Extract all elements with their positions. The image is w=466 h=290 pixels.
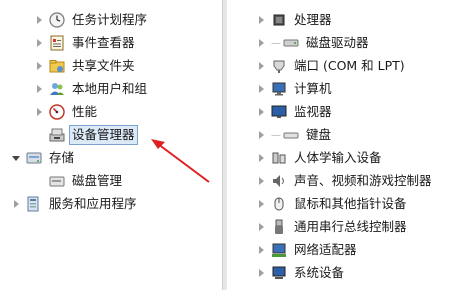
device-category-label: 键盘 (306, 127, 332, 142)
tree-item-local-users-groups[interactable]: 本地用户和组 (34, 78, 149, 100)
tree-item-label: 本地用户和组 (72, 81, 148, 96)
tree-item-disk-management[interactable]: 磁盘管理 (49, 170, 124, 192)
device-category-label: 鼠标和其他指针设备 (294, 196, 407, 211)
device-category-label: 通用串行总线控制器 (294, 219, 407, 234)
device-category-label: 处理器 (294, 12, 332, 27)
performance-icon (49, 104, 65, 120)
device-category-sound-video-game[interactable]: 声音、视频和游戏控制器 (256, 170, 434, 192)
device-category-label: 系统设备 (294, 265, 345, 280)
speaker-icon (271, 173, 287, 189)
disk-drive-icon (283, 35, 299, 51)
expand-arrow-icon[interactable] (256, 199, 266, 209)
tree-item-label: 事件查看器 (72, 35, 135, 50)
expand-arrow-icon[interactable] (34, 61, 44, 71)
tree-item-event-viewer[interactable]: 事件查看器 (34, 32, 137, 54)
device-category-label: 监视器 (294, 104, 332, 119)
clock-icon (49, 12, 65, 28)
expand-arrow-icon[interactable] (256, 84, 266, 94)
device-category-keyboard[interactable]: — 键盘 (256, 124, 333, 146)
expand-arrow-icon[interactable] (256, 130, 266, 140)
expand-arrow-icon[interactable] (34, 107, 44, 117)
device-category-network-adapter[interactable]: 网络适配器 (256, 239, 359, 261)
tree-item-shared-folders[interactable]: 共享文件夹 (34, 55, 137, 77)
device-category-computer[interactable]: 计算机 (256, 78, 334, 100)
device-category-usb[interactable]: 通用串行总线控制器 (256, 216, 409, 238)
expand-arrow-icon[interactable] (256, 38, 266, 48)
device-category-label: 端口 (COM 和 LPT) (294, 58, 405, 73)
port-icon (271, 58, 287, 74)
expand-arrow-icon[interactable] (256, 153, 266, 163)
event-viewer-icon (49, 35, 65, 51)
collapse-arrow-icon[interactable] (11, 153, 21, 163)
device-manager-icon (49, 127, 65, 143)
tree-item-services-applications[interactable]: 服务和应用程序 (11, 193, 139, 215)
expand-arrow-icon[interactable] (256, 268, 266, 278)
tree-item-storage[interactable]: 存储 (11, 147, 76, 169)
tree-item-label: 服务和应用程序 (49, 196, 137, 211)
tree-item-label: 存储 (49, 150, 75, 165)
device-category-label: 磁盘驱动器 (306, 35, 369, 50)
device-category-disk-drive[interactable]: — 磁盘驱动器 (256, 32, 371, 54)
expand-arrow-icon[interactable] (256, 107, 266, 117)
expand-arrow-icon[interactable] (34, 38, 44, 48)
expand-arrow-icon[interactable] (256, 176, 266, 186)
tree-item-task-scheduler[interactable]: 任务计划程序 (34, 9, 149, 31)
shared-folder-icon (49, 58, 65, 74)
network-adapter-icon (271, 242, 287, 258)
left-navigation-pane: 任务计划程序 事件查看器 共享文件夹 本地用户和组 性能 设备管理器 存储 磁盘… (0, 0, 222, 290)
tree-item-label: 任务计划程序 (72, 12, 148, 27)
device-list-pane: 处理器 — 磁盘驱动器 端口 (COM 和 LPT) 计算机 监视器 — 键盘 … (226, 0, 466, 290)
disk-management-icon (49, 173, 65, 189)
device-category-system-devices[interactable]: 系统设备 (256, 262, 346, 284)
storage-icon (26, 150, 42, 166)
tree-item-label: 共享文件夹 (72, 58, 135, 73)
expand-arrow-icon[interactable] (256, 15, 266, 25)
device-category-label: 人体学输入设备 (294, 150, 382, 165)
mouse-icon (271, 196, 287, 212)
computer-icon (271, 81, 287, 97)
usb-icon (271, 219, 287, 235)
expand-arrow-icon[interactable] (256, 61, 266, 71)
keyboard-icon (283, 127, 299, 143)
services-icon (26, 196, 42, 212)
expand-arrow-icon[interactable] (256, 245, 266, 255)
users-icon (49, 81, 65, 97)
device-category-label: 声音、视频和游戏控制器 (294, 173, 432, 188)
expand-arrow-icon[interactable] (34, 15, 44, 25)
tree-item-performance[interactable]: 性能 (34, 101, 99, 123)
device-category-mouse[interactable]: 鼠标和其他指针设备 (256, 193, 409, 215)
device-category-monitor[interactable]: 监视器 (256, 101, 334, 123)
device-category-hid[interactable]: 人体学输入设备 (256, 147, 384, 169)
expand-arrow-icon[interactable] (11, 199, 21, 209)
device-category-processor[interactable]: 处理器 (256, 9, 334, 31)
device-category-label: 网络适配器 (294, 242, 357, 257)
expand-arrow-icon[interactable] (34, 84, 44, 94)
tree-item-device-manager[interactable]: 设备管理器 (49, 124, 138, 146)
device-category-ports[interactable]: 端口 (COM 和 LPT) (256, 55, 407, 77)
expand-arrow-icon[interactable] (256, 222, 266, 232)
tree-item-label: 磁盘管理 (72, 173, 123, 188)
hid-icon (271, 150, 287, 166)
processor-icon (271, 12, 287, 28)
tree-item-label: 设备管理器 (69, 125, 138, 145)
device-category-label: 计算机 (294, 81, 332, 96)
system-devices-icon (271, 265, 287, 281)
monitor-icon (271, 104, 287, 120)
tree-item-label: 性能 (72, 104, 98, 119)
